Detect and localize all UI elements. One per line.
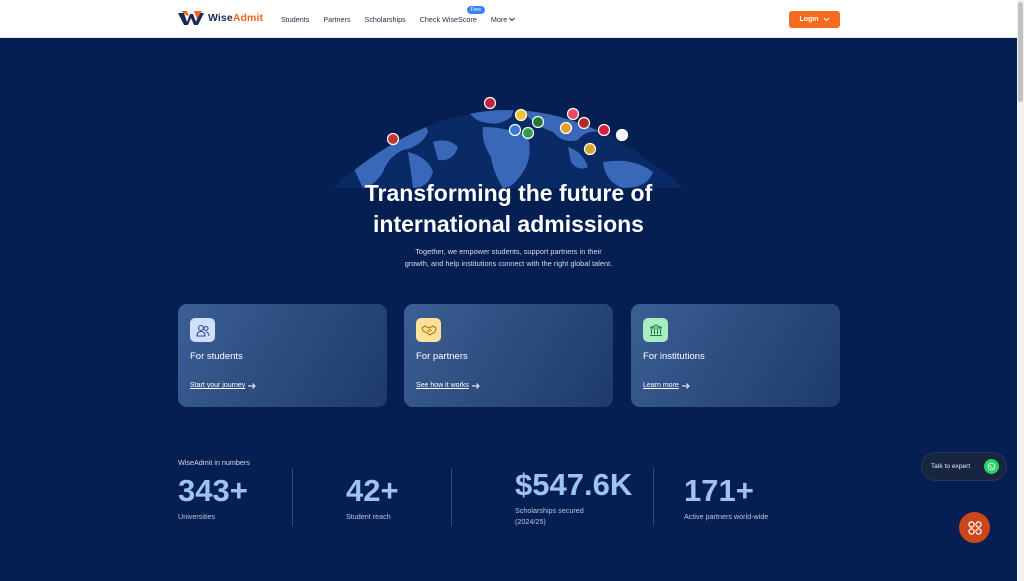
start-journey-link[interactable]: Start your journey xyxy=(190,382,256,389)
stats-heading: WiseAdmit in numbers xyxy=(178,458,250,467)
nav-more-dropdown[interactable]: More xyxy=(490,15,516,24)
hero-subtitle-line-2: growth, and help institutions connect wi… xyxy=(404,259,613,268)
institution-icon xyxy=(643,318,668,342)
stat-universities: 343+ Universities xyxy=(178,475,248,522)
stat-partners: 171+ Active partners world-wide xyxy=(684,475,768,522)
card-title: For institutions xyxy=(643,351,705,362)
stat-value: 171+ xyxy=(684,473,754,508)
stat-value: 343+ xyxy=(178,473,248,508)
chevron-down-icon xyxy=(509,17,516,22)
whatsapp-icon xyxy=(984,459,999,474)
stat-value: $547.6K xyxy=(515,467,633,502)
stat-label: Student reach xyxy=(346,512,391,521)
arrow-right-icon xyxy=(681,382,690,389)
card-for-students[interactable]: For students Start your journey xyxy=(178,304,387,407)
hero-subtitle: Together, we empower students, support p… xyxy=(370,246,647,270)
stat-label-line-2: (2024/25) xyxy=(515,517,546,526)
nav-more-label: More xyxy=(490,15,508,24)
page-scrollbar[interactable] xyxy=(1017,0,1024,581)
card-for-partners[interactable]: For partners See how it works xyxy=(404,304,613,407)
nav-link-students[interactable]: Students xyxy=(281,15,309,24)
logo-mark-icon xyxy=(178,11,204,25)
login-label: Login xyxy=(799,16,819,23)
card-title: For partners xyxy=(416,351,468,362)
stat-label: Universities xyxy=(178,512,216,521)
stat-scholarships: $547.6K Scholarships secured (2024/25) xyxy=(515,469,632,527)
arrow-right-icon xyxy=(248,382,256,389)
top-navbar: WiseAdmit Students Partners Scholarships… xyxy=(0,0,1017,38)
stat-label: Active partners world-wide xyxy=(684,512,769,521)
hero-subtitle-line-1: Together, we empower students, support p… xyxy=(415,247,602,256)
stat-divider xyxy=(292,468,293,526)
free-badge: Free xyxy=(466,6,485,14)
nav-link-scholarships[interactable]: Scholarships xyxy=(365,15,406,24)
stat-divider xyxy=(653,468,654,526)
grid-circles-icon xyxy=(967,520,982,535)
hero-title: Transforming the future of international… xyxy=(300,178,717,240)
talk-to-expert-button[interactable]: Talk to expert xyxy=(922,453,1006,480)
users-icon xyxy=(190,318,215,342)
stat-divider xyxy=(451,468,452,526)
logo-text: WiseAdmit xyxy=(208,12,264,24)
see-how-it-works-link[interactable]: See how it works xyxy=(416,382,480,389)
learn-more-link[interactable]: Learn more xyxy=(643,382,690,389)
stat-label: Scholarships secured (2024/25) xyxy=(515,505,632,527)
hero-title-line-1: Transforming the future of xyxy=(364,180,653,206)
card-for-institutions[interactable]: For institutions Learn more xyxy=(631,304,840,407)
apps-menu-button[interactable] xyxy=(959,512,990,543)
nav-links: Students Partners Scholarships Check Wis… xyxy=(281,6,529,24)
scrollbar-thumb[interactable] xyxy=(1018,2,1023,102)
handshake-icon xyxy=(416,318,441,342)
stat-student-reach: 42+ Student reach xyxy=(346,475,399,522)
logo[interactable]: WiseAdmit xyxy=(178,10,263,26)
world-globe-illustration xyxy=(333,96,683,188)
card-title: For students xyxy=(190,351,243,362)
nav-link-partners[interactable]: Partners xyxy=(323,15,350,24)
card-link-label: See how it works xyxy=(416,382,469,389)
talk-to-expert-label: Talk to expert xyxy=(931,463,971,470)
login-button[interactable]: Login xyxy=(789,11,840,28)
arrow-right-icon xyxy=(471,382,480,389)
hero-title-line-2: international admissions xyxy=(373,211,644,237)
stat-value: 42+ xyxy=(346,473,399,508)
stat-label-line-1: Scholarships secured xyxy=(515,506,584,515)
chevron-down-icon xyxy=(823,17,829,22)
nav-link-check-wisescore[interactable]: Check WiseScore Free xyxy=(419,6,485,24)
card-link-label: Start your journey xyxy=(190,382,246,389)
nav-link-check-wisescore-label: Check WiseScore xyxy=(419,15,477,24)
card-link-label: Learn more xyxy=(643,382,679,389)
